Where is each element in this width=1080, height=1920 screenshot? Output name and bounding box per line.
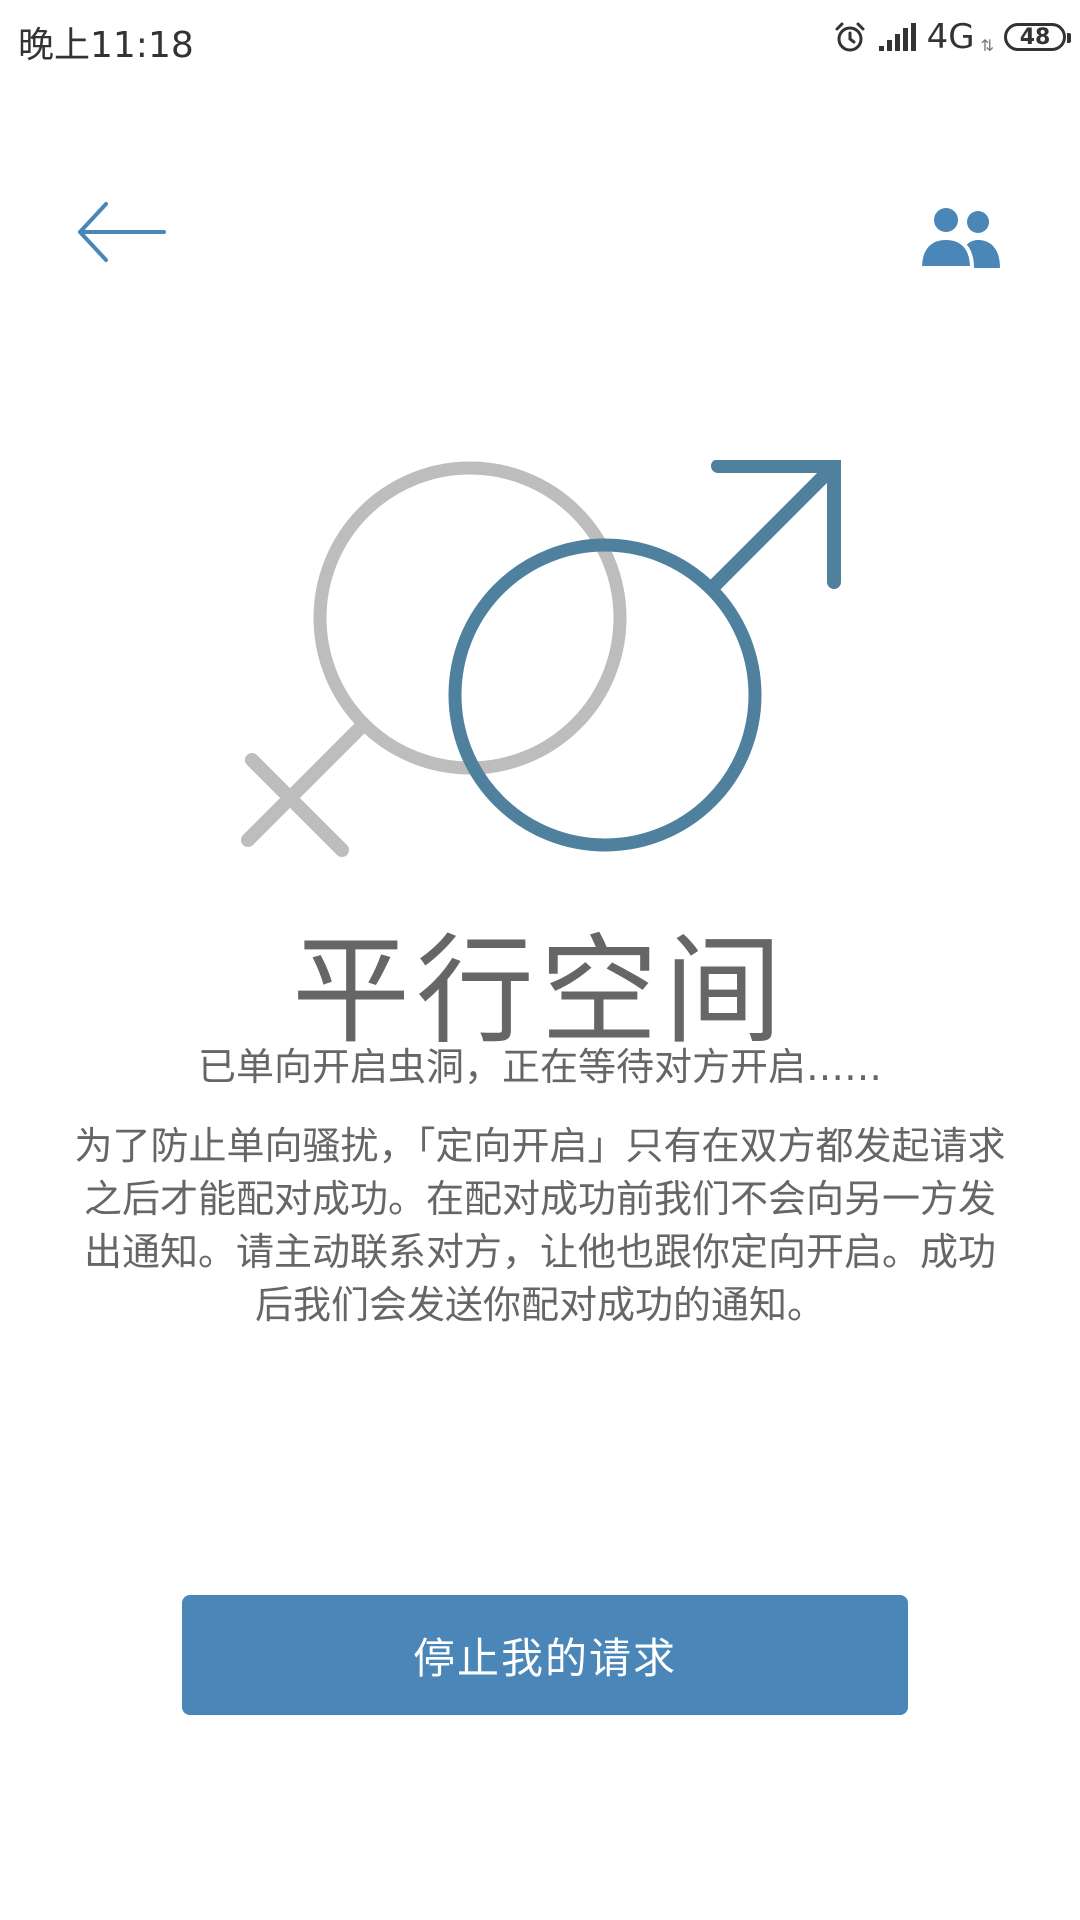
waiting-status-text: 已单向开启虫洞，正在等待对方开启…… xyxy=(197,1045,882,1089)
stop-request-button[interactable]: 停止我的请求 xyxy=(182,1595,908,1715)
explanation-text: 为了防止单向骚扰，「定向开启」只有在双方都发起请求之后才能配对成功。在配对成功前… xyxy=(74,1124,1006,1327)
data-arrows-icon: ⇅ xyxy=(980,35,994,55)
gender-illustration xyxy=(210,459,870,880)
alarm-icon xyxy=(835,22,865,52)
arrow-left-icon xyxy=(78,202,166,262)
status-bar: 晚上11:18 4G ⇅ 48 xyxy=(0,0,1080,76)
back-button[interactable] xyxy=(74,196,170,268)
signal-icon xyxy=(878,23,916,51)
people-icon xyxy=(917,208,1000,270)
battery-icon: 48 xyxy=(1004,23,1071,51)
male-symbol-icon xyxy=(448,459,841,852)
network-type: 4G xyxy=(926,17,975,57)
status-time: 晚上11:18 xyxy=(18,25,194,66)
female-male-symbols-icon xyxy=(241,459,841,857)
female-symbol-icon xyxy=(241,461,627,857)
status-icons: 4G ⇅ 48 xyxy=(833,12,1071,62)
friends-button[interactable] xyxy=(916,206,1006,270)
battery-level: 48 xyxy=(1019,24,1051,50)
